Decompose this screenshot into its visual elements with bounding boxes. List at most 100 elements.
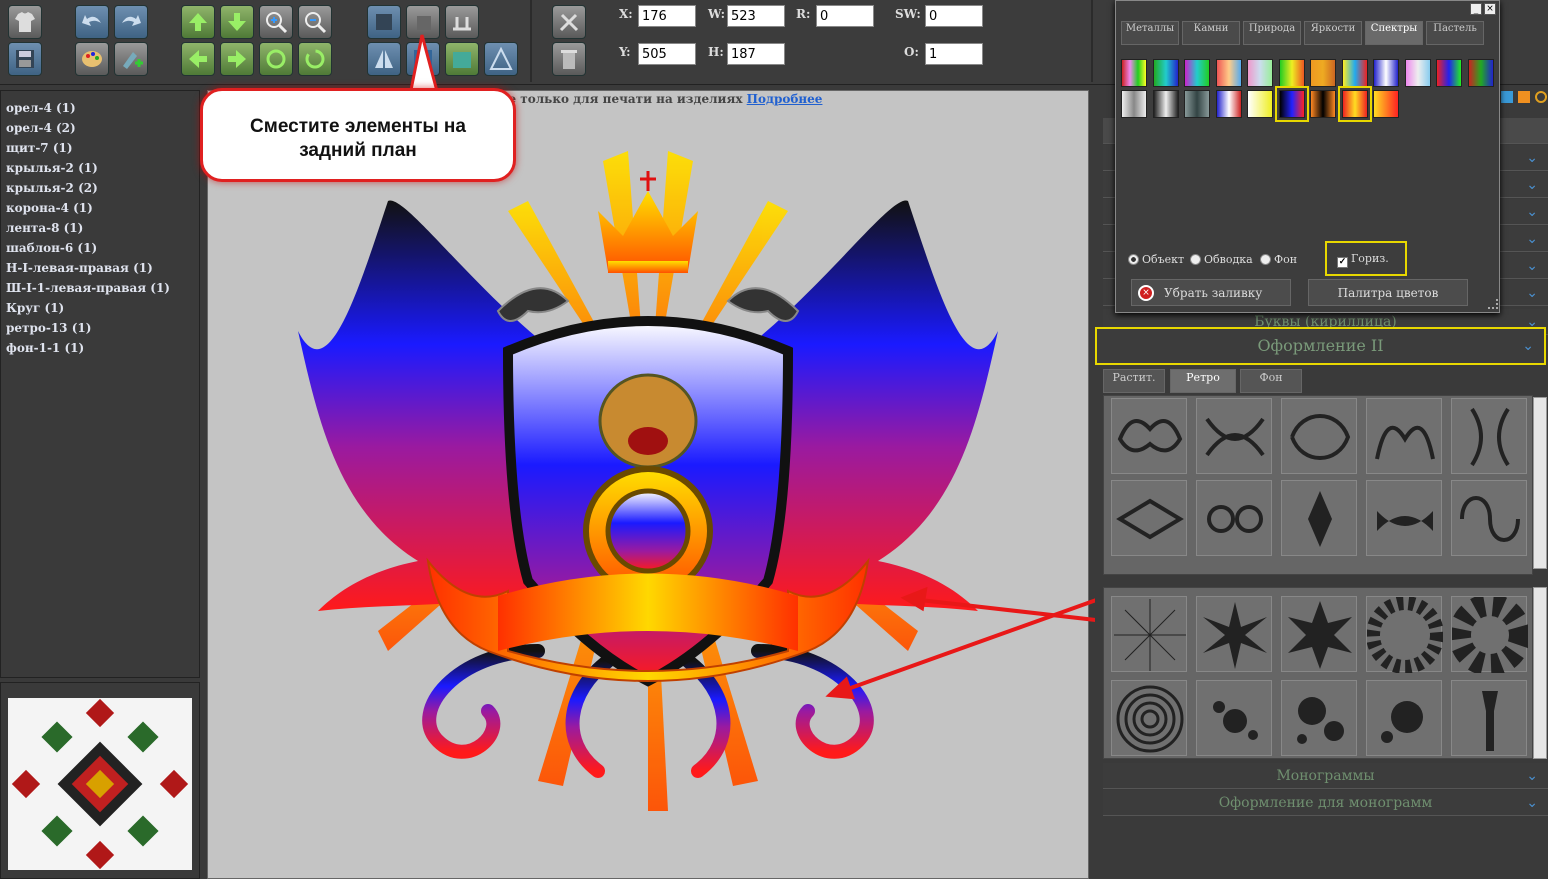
gradient-swatch[interactable] — [1436, 59, 1462, 87]
layer-item[interactable]: Ш-I-1-левая-правая (1) — [1, 278, 199, 298]
h-input[interactable] — [727, 43, 785, 65]
accordion-monograms[interactable]: Монограммы ⌄ — [1103, 763, 1548, 789]
layer-item[interactable]: фон-1-1 (1) — [1, 338, 199, 358]
gradient-swatch[interactable] — [1152, 90, 1179, 118]
layer-item[interactable]: корона-4 (1) — [1, 198, 199, 218]
resize-grip-icon[interactable] — [1488, 299, 1498, 309]
move-up-icon[interactable] — [181, 5, 215, 39]
gradient-swatch[interactable] — [1152, 59, 1179, 87]
design-canvas[interactable] — [207, 90, 1089, 879]
zoom-out-icon[interactable] — [298, 5, 332, 39]
x-input[interactable] — [638, 5, 696, 27]
palette-tab[interactable]: Спектры — [1365, 21, 1423, 45]
palette-tab[interactable]: Металлы — [1121, 21, 1179, 45]
gradient-swatch[interactable] — [1373, 59, 1399, 87]
gradient-swatch[interactable] — [1121, 59, 1147, 87]
close-icon[interactable]: × — [1484, 3, 1496, 15]
layer-item[interactable]: щит-7 (1) — [1, 138, 199, 158]
gradient-swatch[interactable] — [1337, 86, 1372, 122]
gradient-swatch[interactable] — [1310, 59, 1336, 87]
palette-icon[interactable] — [75, 42, 109, 76]
gradient-swatch[interactable] — [1278, 59, 1305, 87]
rotate-left-icon[interactable] — [259, 42, 293, 76]
share-icon[interactable] — [1535, 91, 1547, 103]
palette-tab[interactable]: Природа — [1243, 21, 1301, 45]
retro-item[interactable] — [1111, 398, 1187, 474]
layer-item[interactable]: шаблон-6 (1) — [1, 238, 199, 258]
layer-item[interactable]: орел-4 (2) — [1, 118, 199, 138]
layer-item[interactable]: ретро-13 (1) — [1, 318, 199, 338]
send-back-icon[interactable] — [406, 5, 440, 39]
w-input[interactable] — [727, 5, 785, 27]
background-item[interactable] — [1281, 596, 1357, 672]
gradient-swatch[interactable] — [1310, 90, 1336, 118]
move-left-icon[interactable] — [181, 42, 215, 76]
background-scrollbar[interactable] — [1533, 587, 1547, 759]
horizontal-checkbox[interactable]: ✓ Гориз. — [1325, 241, 1407, 276]
bring-front-icon[interactable] — [367, 5, 401, 39]
retro-item[interactable] — [1196, 398, 1272, 474]
background-item[interactable] — [1196, 596, 1272, 672]
gradient-swatch[interactable] — [1404, 59, 1431, 87]
background-item[interactable] — [1366, 680, 1442, 756]
palette-tab[interactable]: Пастель — [1426, 21, 1484, 45]
radio-background[interactable]: Фон — [1260, 253, 1297, 266]
retro-item[interactable] — [1451, 398, 1527, 474]
zoom-in-icon[interactable] — [259, 5, 293, 39]
align-icon[interactable] — [445, 5, 479, 39]
gradient-swatch[interactable] — [1184, 90, 1210, 118]
gradient-swatch[interactable] — [1247, 59, 1273, 87]
redo-icon[interactable] — [114, 5, 148, 39]
retro-scrollbar[interactable] — [1533, 397, 1547, 569]
gradient-swatch[interactable] — [1467, 59, 1494, 87]
rotate-right-icon[interactable] — [298, 42, 332, 76]
remove-fill-button[interactable]: × Убрать заливку — [1131, 279, 1291, 306]
undo-icon[interactable] — [75, 5, 109, 39]
retro-item[interactable] — [1281, 398, 1357, 474]
background-item[interactable] — [1111, 596, 1187, 672]
flip-horizontal-icon[interactable] — [367, 42, 401, 76]
layer-item[interactable]: орел-4 (1) — [1, 98, 199, 118]
gradient-swatch[interactable] — [1341, 59, 1368, 87]
more-link[interactable]: Подробнее — [747, 92, 823, 106]
background-item[interactable] — [1196, 680, 1272, 756]
tshirt-icon[interactable] — [8, 5, 42, 39]
retro-item[interactable] — [1451, 480, 1527, 556]
retro-item[interactable] — [1366, 480, 1442, 556]
move-down-icon[interactable] — [220, 5, 254, 39]
subtab-retro[interactable]: Ретро — [1170, 369, 1236, 393]
gradient-swatch[interactable] — [1215, 59, 1242, 87]
retro-item[interactable] — [1111, 480, 1187, 556]
retro-item[interactable] — [1281, 480, 1357, 556]
layer-item[interactable]: крылья-2 (2) — [1, 178, 199, 198]
minimize-icon[interactable]: _ — [1470, 3, 1482, 15]
triangle-icon[interactable] — [484, 42, 518, 76]
landscape-icon[interactable] — [445, 42, 479, 76]
layer-item[interactable]: Н-I-левая-правая (1) — [1, 258, 199, 278]
flip-vertical-icon[interactable] — [406, 42, 440, 76]
subtab-background[interactable]: Фон — [1240, 369, 1302, 393]
o-input[interactable] — [925, 43, 983, 65]
layer-item[interactable]: Круг (1) — [1, 298, 199, 318]
emblem-artwork[interactable] — [208, 91, 1089, 879]
gradient-swatch[interactable] — [1373, 90, 1399, 118]
gradient-swatch[interactable] — [1184, 59, 1210, 87]
gradient-swatch[interactable] — [1247, 90, 1273, 118]
accordion-monogram-decor[interactable]: Оформление для монограмм ⌄ — [1103, 790, 1548, 816]
move-right-icon[interactable] — [220, 42, 254, 76]
save-icon[interactable] — [8, 42, 42, 76]
gradient-swatch[interactable] — [1215, 90, 1242, 118]
accordion-decor-2[interactable]: Оформление II ⌄ — [1095, 327, 1546, 365]
color-palette-button[interactable]: Палитра цветов — [1308, 279, 1468, 306]
retro-item[interactable] — [1366, 398, 1442, 474]
background-item[interactable] — [1281, 680, 1357, 756]
r-input[interactable] — [816, 5, 874, 27]
twitter-icon[interactable] — [1501, 91, 1513, 103]
gradient-swatch[interactable] — [1121, 90, 1147, 118]
layer-item[interactable]: лента-8 (1) — [1, 218, 199, 238]
gradient-swatch[interactable] — [1274, 86, 1309, 122]
y-input[interactable] — [638, 43, 696, 65]
background-item[interactable] — [1451, 680, 1527, 756]
layer-item[interactable]: крылья-2 (1) — [1, 158, 199, 178]
background-item[interactable] — [1111, 680, 1187, 756]
